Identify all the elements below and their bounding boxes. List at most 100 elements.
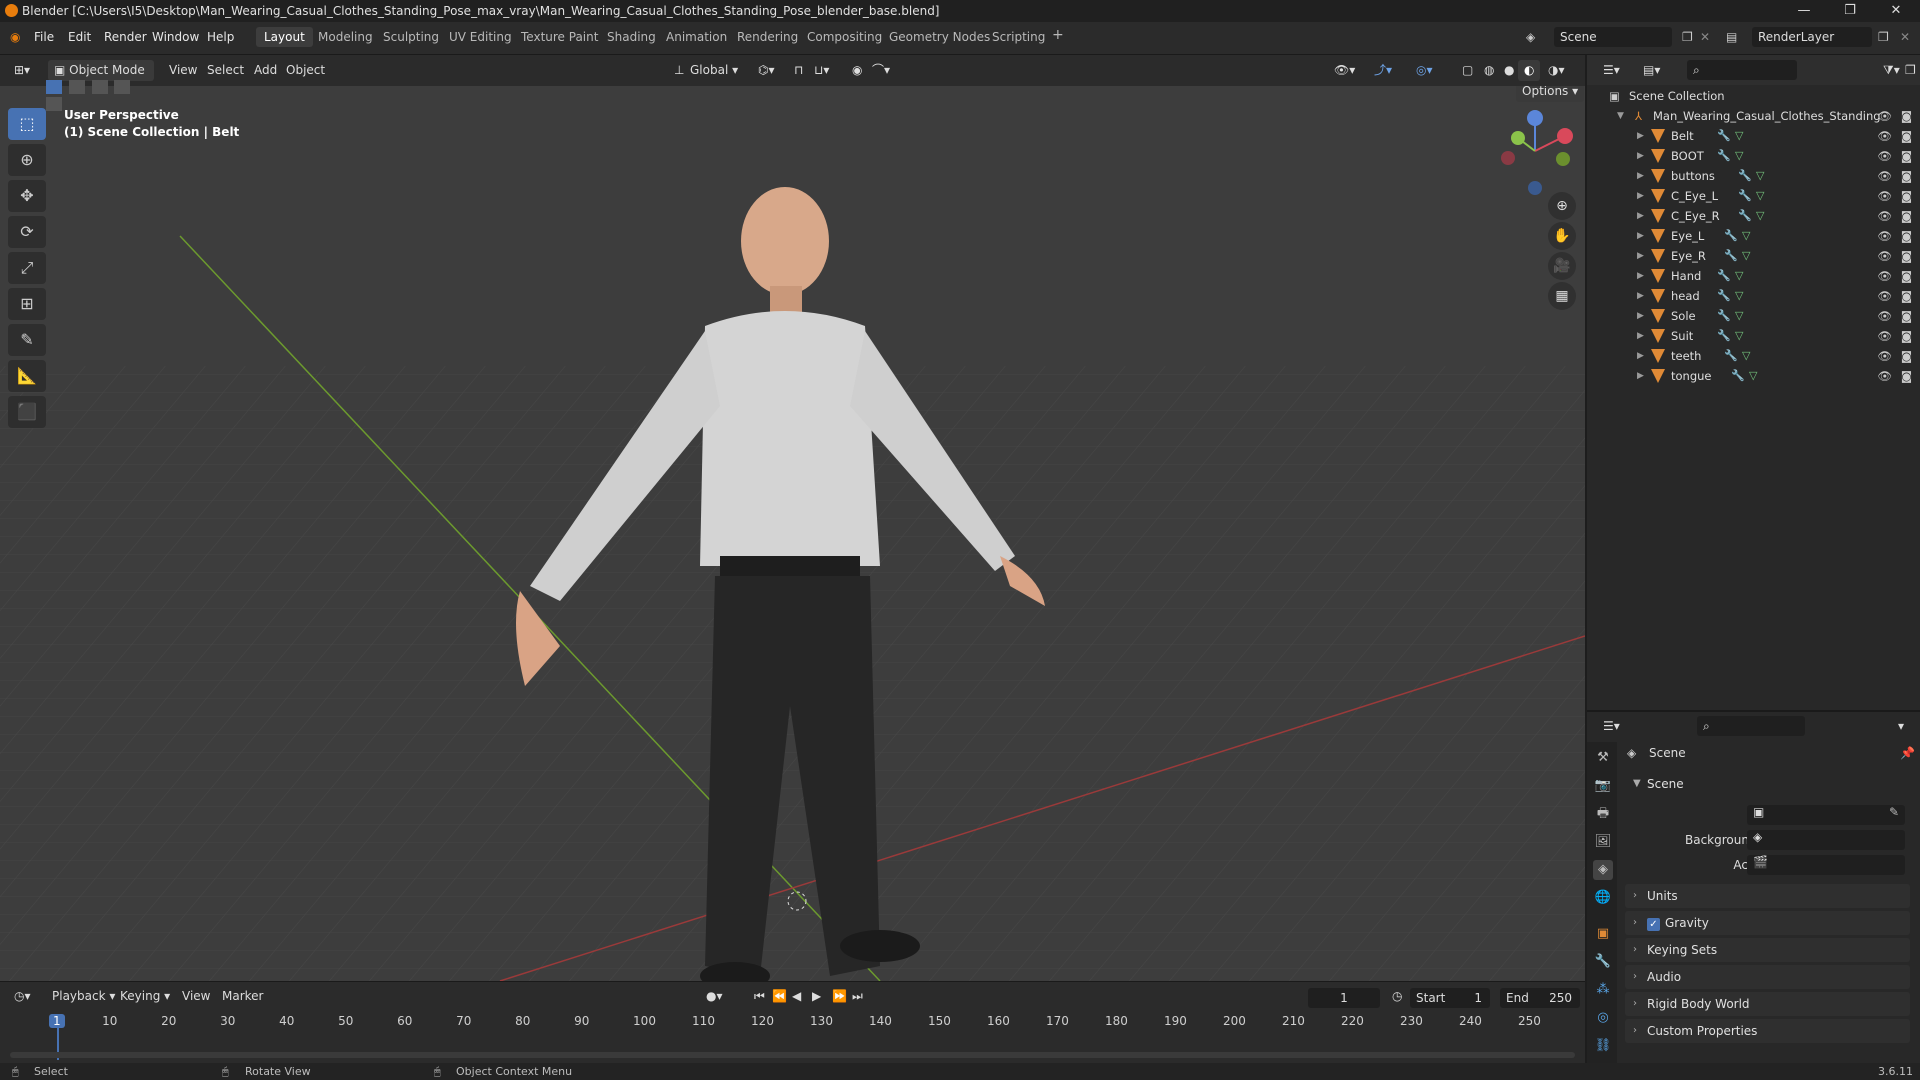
expand-arrow-icon[interactable]: ▶ [1637,306,1644,326]
render-camera-icon[interactable]: ◙ [1901,366,1912,386]
eyedropper-icon[interactable]: ✎ [1889,805,1899,819]
scene-section-header[interactable]: ▼ Scene [1625,772,1910,796]
annotate-tool-icon[interactable]: ✎ [8,324,46,356]
world-tab-icon[interactable]: 🌐 [1593,888,1613,908]
keying-sets-panel[interactable]: › Keying Sets [1625,938,1910,962]
outliner-row-tongue[interactable]: ▶ tongue 🔧 ▽ 👁 ◙ [1587,366,1920,386]
zoom-icon[interactable]: ⊕ [1548,192,1576,220]
modifier-wrench-icon[interactable]: 🔧 [1724,346,1738,366]
properties-editor-type-icon[interactable]: ☰▾ [1597,716,1626,737]
modifier-wrench-icon[interactable]: 🔧 [1724,246,1738,266]
modifiers-tab-icon[interactable]: 🔧 [1593,952,1613,972]
tab-geometry-nodes[interactable]: Geometry Nodes [889,30,990,44]
pin-icon[interactable]: 📌 [1900,746,1915,760]
select-invert-icon[interactable] [114,80,131,94]
modifier-wrench-icon[interactable]: 🔧 [1717,266,1731,286]
menu-window[interactable]: Window [152,30,199,44]
minimize-icon[interactable]: — [1781,0,1827,22]
tab-compositing[interactable]: Compositing [807,30,882,44]
outliner-row-c-eye-r[interactable]: ▶ C_Eye_R 🔧 ▽ 👁 ◙ [1587,206,1920,226]
tab-uv-editing[interactable]: UV Editing [449,30,512,44]
visibility-eye-icon[interactable]: 👁 [1877,186,1892,206]
render-tab-icon[interactable]: 📷 [1593,776,1613,796]
menu-select[interactable]: Select [201,60,250,81]
visibility-icon[interactable]: 👁▾ [1328,60,1361,81]
audio-panel[interactable]: › Audio [1625,965,1910,989]
select-box-tool-icon[interactable]: ⬚ [8,108,46,140]
new-scene-icon[interactable]: ❐ [1682,30,1693,44]
menu-edit[interactable]: Edit [68,30,91,44]
xray-icon[interactable]: ▢ [1456,60,1479,81]
menu-help[interactable]: Help [207,30,234,44]
pan-hand-icon[interactable]: ✋ [1548,222,1576,250]
render-camera-icon[interactable]: ◙ [1901,286,1912,306]
outliner-row-suit[interactable]: ▶ Suit 🔧 ▽ 👁 ◙ [1587,326,1920,346]
rigid-body-world-panel[interactable]: › Rigid Body World [1625,992,1910,1016]
expand-arrow-icon[interactable]: ▶ [1637,286,1644,306]
camera-field[interactable]: ▣ ✎ [1747,805,1905,825]
measure-tool-icon[interactable]: 📐 [8,360,46,392]
mesh-data-icon[interactable]: ▽ [1742,226,1750,246]
outliner-row-head[interactable]: ▶ head 🔧 ▽ 👁 ◙ [1587,286,1920,306]
select-new-icon[interactable] [46,80,62,94]
expand-arrow-icon[interactable]: ▶ [1637,126,1644,146]
delete-scene-icon[interactable]: ✕ [1700,30,1710,44]
expand-arrow-icon[interactable]: ▼ [1617,106,1624,126]
visibility-eye-icon[interactable]: 👁 [1877,146,1892,166]
expand-arrow-icon[interactable]: ▶ [1637,206,1644,226]
tab-rendering[interactable]: Rendering [737,30,798,44]
menu-object[interactable]: Object [280,60,331,81]
transform-tool-icon[interactable]: ⊞ [8,288,46,320]
constraints-tab-icon[interactable]: ⛓ [1593,1036,1613,1056]
mesh-data-icon[interactable]: ▽ [1735,326,1743,346]
blender-menu-icon[interactable]: ◉ [10,30,20,44]
visibility-eye-icon[interactable]: 👁 [1877,226,1892,246]
expand-arrow-icon[interactable]: ▶ [1637,266,1644,286]
render-camera-icon[interactable]: ◙ [1901,346,1912,366]
outliner-row-object[interactable]: ▼ ⅄ Man_Wearing_Casual_Clothes_Standing … [1587,106,1920,126]
properties-options-icon[interactable]: ▾ [1892,716,1910,737]
physics-tab-icon[interactable]: ◎ [1593,1008,1613,1028]
mesh-data-icon[interactable]: ▽ [1735,146,1743,166]
options-dropdown[interactable]: Options ▾ [1516,86,1585,102]
view-layer-tab-icon[interactable]: 🖼 [1593,832,1613,852]
mesh-data-icon[interactable]: ▽ [1756,166,1764,186]
scene-selector-icon[interactable]: ◈ [1526,30,1535,44]
falloff-icon[interactable]: ⌒▾ [866,60,896,81]
material-shading-icon[interactable]: ◐ [1518,60,1541,81]
render-camera-icon[interactable]: ◙ [1901,226,1912,246]
render-camera-icon[interactable]: ◙ [1901,146,1912,166]
scale-tool-icon[interactable]: ⤢ [8,252,46,284]
visibility-eye-icon[interactable]: 👁 [1877,206,1892,226]
tab-shading[interactable]: Shading [607,30,656,44]
orientation-dropdown[interactable]: Global ▾ [684,60,744,81]
menu-file[interactable]: File [34,30,54,44]
render-camera-icon[interactable]: ◙ [1901,106,1912,126]
tab-modeling[interactable]: Modeling [318,30,373,44]
snap-icon[interactable]: ⊓ [788,60,809,81]
units-panel[interactable]: › Units [1625,884,1910,908]
render-camera-icon[interactable]: ◙ [1901,246,1912,266]
pivot-icon[interactable]: ⌬▾ [752,60,781,81]
visibility-eye-icon[interactable]: 👁 [1877,346,1892,366]
gravity-panel[interactable]: › ✓ Gravity [1625,911,1910,935]
modifier-wrench-icon[interactable]: 🔧 [1738,206,1752,226]
outliner-row-eye-l[interactable]: ▶ Eye_L 🔧 ▽ 👁 ◙ [1587,226,1920,246]
visibility-eye-icon[interactable]: 👁 [1877,246,1892,266]
expand-arrow-icon[interactable]: ▶ [1637,186,1644,206]
outliner-row-scene-collection[interactable]: ▣ Scene Collection [1587,86,1920,106]
menu-render[interactable]: Render [104,30,147,44]
mesh-data-icon[interactable]: ▽ [1742,346,1750,366]
mesh-data-icon[interactable]: ▽ [1756,186,1764,206]
expand-arrow-icon[interactable]: ▶ [1637,146,1644,166]
navigation-gizmo[interactable] [1490,106,1580,196]
active-clip-field[interactable]: 🎬 [1747,855,1905,875]
expand-arrow-icon[interactable]: ▶ [1637,246,1644,266]
scene-name-field[interactable]: Scene [1554,27,1672,47]
outliner-row-teeth[interactable]: ▶ teeth 🔧 ▽ 👁 ◙ [1587,346,1920,366]
modifier-wrench-icon[interactable]: 🔧 [1724,226,1738,246]
particles-tab-icon[interactable]: ⁂ [1593,980,1613,1000]
close-icon[interactable]: ✕ [1873,0,1919,22]
tab-animation[interactable]: Animation [666,30,727,44]
rendered-shading-icon[interactable]: ◑▾ [1542,60,1571,81]
